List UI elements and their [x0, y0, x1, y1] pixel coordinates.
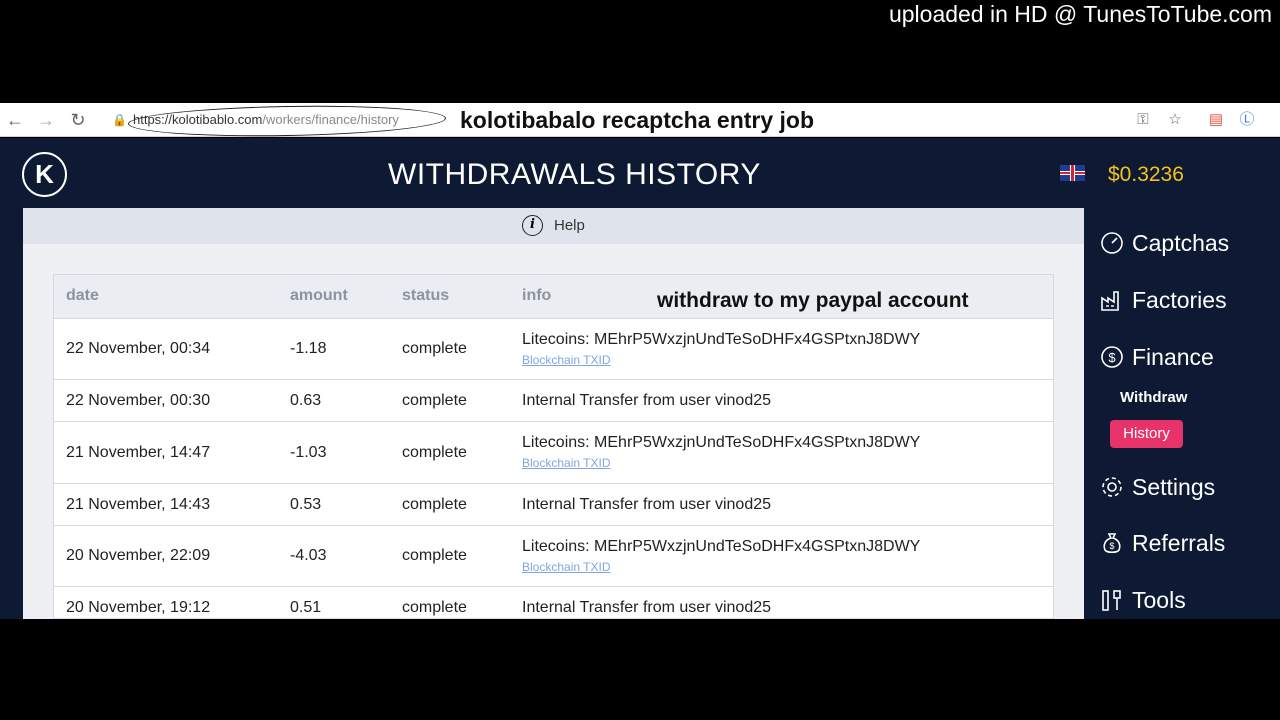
row-date: 20 November, 22:09 [66, 547, 211, 564]
main-content: i Help date amount status info withdraw … [23, 208, 1084, 619]
row-status: complete [402, 444, 467, 461]
back-arrow-icon[interactable]: ← [4, 109, 26, 131]
kolotibablo-extension-icon[interactable]: Ⓛ [1236, 109, 1258, 131]
uk-flag-icon[interactable] [1060, 165, 1085, 181]
row-status: complete [402, 392, 467, 409]
info-icon: i [522, 215, 543, 236]
sidebar-subitem-history[interactable]: History [1110, 420, 1183, 448]
balance-amount: $0.3236 [1108, 163, 1184, 186]
row-info: Internal Transfer from user vinod25 [522, 599, 772, 616]
svg-text:$: $ [1109, 541, 1114, 551]
row-status: complete [402, 547, 467, 564]
overlay-title: kolotibabalo recaptcha entry job [460, 107, 815, 133]
row-date: 22 November, 00:34 [66, 340, 211, 357]
key-icon[interactable]: ⚿ [1132, 109, 1154, 131]
sidebar-item-label: Factories [1132, 287, 1227, 313]
row-info: Internal Transfer from user vinod25 [522, 392, 772, 409]
kolotibablo-logo-icon[interactable]: K [22, 152, 67, 197]
blockchain-txid-link[interactable]: Blockchain TXID [522, 353, 610, 367]
row-info: Litecoins: MEhrP5WxzjnUndTeSoDHFx4GSPtxn… [522, 434, 921, 451]
sidebar-item-label: Settings [1132, 474, 1216, 500]
forward-arrow-icon[interactable]: → [35, 109, 57, 131]
row-status: complete [402, 496, 467, 513]
table-row: 21 November, 14:47 -1.03 complete Liteco… [54, 422, 1053, 484]
row-amount: -1.03 [290, 444, 327, 461]
factory-icon [1101, 291, 1119, 311]
row-amount: -1.18 [290, 340, 327, 357]
row-status: complete [402, 599, 467, 616]
row-date: 22 November, 00:30 [66, 392, 211, 409]
sidebar-subitem-withdraw[interactable]: Withdraw [1120, 388, 1187, 408]
row-info: Internal Transfer from user vinod25 [522, 496, 772, 513]
browser-toolbar: ← → ↻ 🔒 https://kolotibablo.com/workers/… [0, 103, 1280, 139]
sidebar-item-label: Referrals [1132, 530, 1226, 556]
help-bar[interactable]: i Help [23, 208, 1084, 244]
gauge-icon [1101, 232, 1123, 254]
app-window: K WITHDRAWALS HISTORY $0.3236 i Help dat… [0, 138, 1280, 619]
tools-icon [1102, 590, 1121, 611]
svg-text:$: $ [1108, 350, 1116, 365]
row-amount: 0.51 [290, 599, 322, 616]
overlay-note: withdraw to my paypal account [657, 289, 969, 312]
table-row: 21 November, 14:43 0.53 complete Interna… [54, 484, 1053, 526]
row-date: 20 November, 19:12 [66, 599, 211, 616]
withdrawals-table: date amount status info withdraw to my p… [53, 274, 1054, 619]
row-amount: 0.63 [290, 392, 322, 409]
column-amount: amount [290, 287, 348, 304]
watermark-text: uploaded in HD @ TunesToTube.com [888, 1, 1272, 27]
table-row: 20 November, 19:12 0.51 complete Interna… [54, 587, 1053, 618]
column-info: info [522, 287, 552, 304]
blockchain-txid-link[interactable]: Blockchain TXID [522, 560, 610, 574]
table-row: 20 November, 22:09 -4.03 complete Liteco… [54, 526, 1053, 587]
page-title: WITHDRAWALS HISTORY [388, 158, 761, 191]
dollar-icon: $ [1101, 346, 1123, 368]
blockchain-txid-link[interactable]: Blockchain TXID [522, 456, 610, 470]
column-status: status [402, 287, 450, 304]
reload-icon[interactable]: ↻ [67, 109, 89, 131]
lock-icon: 🔒 [112, 113, 127, 127]
sidebar-item-label: Tools [1132, 587, 1186, 613]
extension-icon[interactable]: ▤ [1205, 109, 1227, 131]
address-bar[interactable]: 🔒 https://kolotibablo.com/workers/financ… [108, 103, 447, 139]
sidebar-item-label: Finance [1132, 344, 1214, 370]
money-bag-icon: $ [1103, 533, 1121, 554]
row-amount: 0.53 [290, 496, 322, 513]
row-date: 21 November, 14:47 [66, 444, 211, 461]
help-label: Help [554, 217, 585, 234]
star-icon[interactable]: ☆ [1164, 109, 1186, 131]
table-header: date amount status info withdraw to my p… [54, 275, 1053, 319]
sidebar-item-label: Captchas [1132, 230, 1230, 256]
row-info: Litecoins: MEhrP5WxzjnUndTeSoDHFx4GSPtxn… [522, 538, 921, 555]
row-status: complete [402, 340, 467, 357]
table-row: 22 November, 00:30 0.63 complete Interna… [54, 380, 1053, 422]
table-row: 22 November, 00:34 -1.18 complete Liteco… [54, 319, 1053, 380]
row-amount: -4.03 [290, 547, 327, 564]
row-info: Litecoins: MEhrP5WxzjnUndTeSoDHFx4GSPtxn… [522, 331, 921, 348]
gear-icon [1102, 477, 1122, 497]
column-date: date [66, 287, 99, 304]
row-date: 21 November, 14:43 [66, 496, 211, 513]
